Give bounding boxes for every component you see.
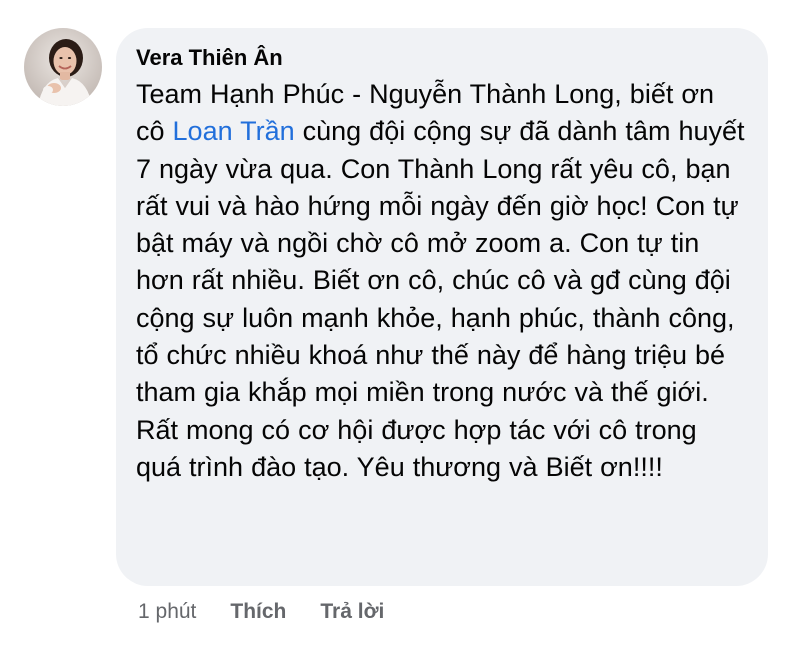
comment-author-name[interactable]: Vera Thiên Ân <box>136 44 748 72</box>
comment-text-after-mention: cùng đội cộng sự đã dành tâm huyết 7 ngà… <box>136 116 745 482</box>
mention-link[interactable]: Loan Trần <box>173 116 295 146</box>
like-button[interactable]: Thích <box>230 600 286 624</box>
comment-screen: Vera Thiên Ân Team Hạnh Phúc - Nguyễn Th… <box>0 0 800 646</box>
comment-timestamp[interactable]: 1 phút <box>138 600 196 624</box>
reply-button[interactable]: Trả lời <box>320 600 384 624</box>
avatar[interactable] <box>24 28 102 106</box>
profile-photo-icon <box>24 28 102 106</box>
comment-body: Team Hạnh Phúc - Nguyễn Thành Long, biết… <box>136 76 748 486</box>
comment-bubble: Vera Thiên Ân Team Hạnh Phúc - Nguyễn Th… <box>116 28 768 586</box>
comment-actions: 1 phút Thích Trả lời <box>138 596 418 628</box>
